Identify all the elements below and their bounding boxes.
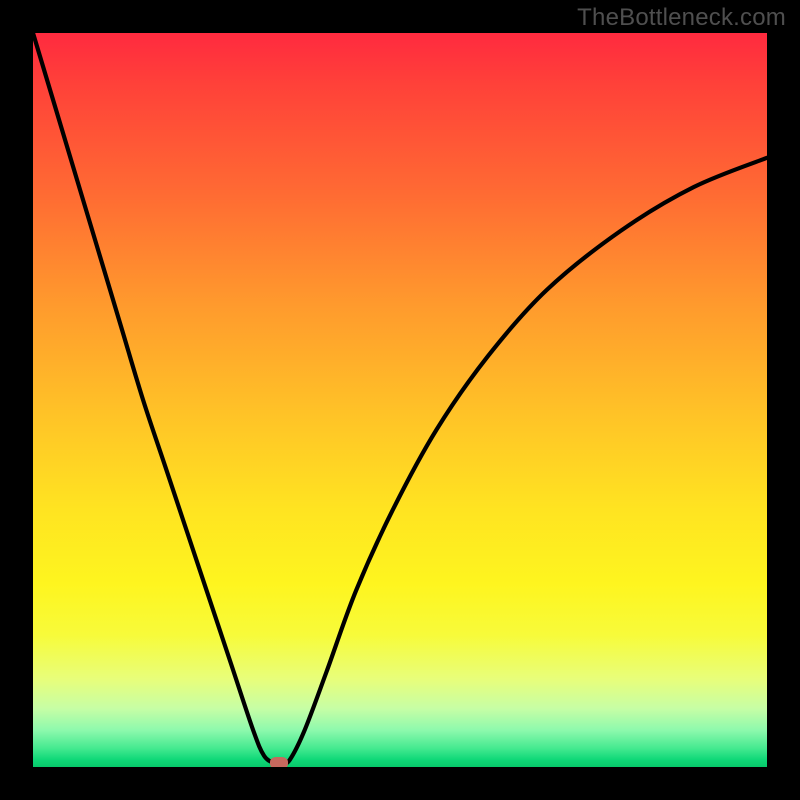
watermark-text: TheBottleneck.com: [577, 4, 786, 32]
plot-area: [33, 33, 767, 767]
outer-frame: TheBottleneck.com: [0, 0, 800, 800]
minimum-marker: [270, 757, 288, 767]
bottleneck-curve: [33, 33, 767, 767]
